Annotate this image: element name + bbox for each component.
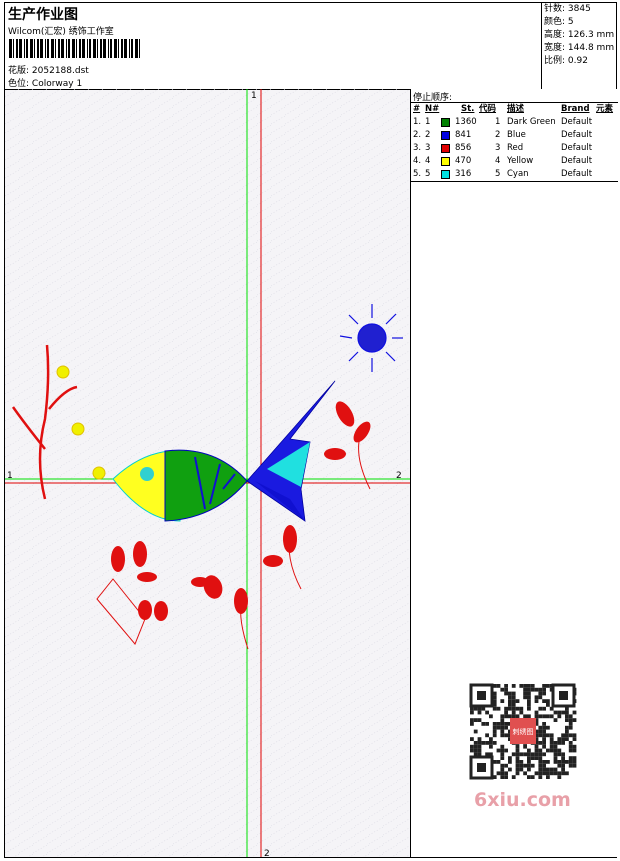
stop-sequence-title: 停止顺序: bbox=[413, 93, 453, 103]
design-label: 花版: bbox=[8, 66, 30, 76]
stats-panel: 针数: 3845 颜色: 5 高度: 126.3 mm 宽度: 144.8 mm… bbox=[541, 3, 618, 89]
table-header: # N# St. 代码 描述 Brand 元素 bbox=[413, 104, 614, 114]
guide-label-top: 1 bbox=[251, 91, 257, 101]
table-row: 3. 3 856 3 Red Default bbox=[413, 143, 593, 153]
table-row: 4. 4 470 4 Yellow Default bbox=[413, 156, 593, 166]
company-name: Wilcom(汇宏) 绣饰工作室 bbox=[8, 27, 114, 37]
table-row: 1. 1 1360 1 Dark Green Default bbox=[413, 117, 593, 127]
guide-label-bottom: 2 bbox=[264, 849, 270, 857]
colorway-label: 色位: bbox=[8, 79, 30, 89]
color-swatch bbox=[441, 170, 450, 179]
stat-height: 高度: 126.3 mm bbox=[544, 30, 615, 40]
design-canvas: 1 2 1 2 bbox=[5, 89, 410, 857]
colorway-value: Colorway 1 bbox=[31, 79, 83, 89]
color-swatch bbox=[441, 118, 450, 127]
table-row: 5. 5 316 5 Cyan Default bbox=[413, 169, 593, 179]
stop-sequence-table: # N# St. 代码 描述 Brand 元素 1. 1 1360 1 Dark Gre… bbox=[411, 102, 618, 182]
colorway-line: 色位: Colorway 1 bbox=[8, 76, 82, 89]
page-title: 生产作业图 bbox=[8, 7, 78, 23]
design-value: 2052188.dst bbox=[31, 66, 89, 76]
color-swatch bbox=[441, 131, 450, 140]
guide-label-right: 2 bbox=[396, 471, 402, 481]
table-row: 2. 2 841 2 Blue Default bbox=[413, 130, 593, 140]
qr-code: 刺绣图 bbox=[466, 680, 581, 783]
design-line: 花版: 2052188.dst bbox=[8, 63, 89, 76]
guide-label-left: 1 bbox=[7, 471, 13, 481]
color-swatch bbox=[441, 144, 450, 153]
embroidery-preview: 1 2 1 2 bbox=[5, 89, 410, 857]
stat-width: 宽度: 144.8 mm bbox=[544, 43, 615, 53]
color-swatch bbox=[441, 157, 450, 166]
header: 生产作业图 Wilcom(汇宏) 绣饰工作室 花版: 2052188.dst 色… bbox=[5, 3, 616, 90]
stat-stitches: 针数: 3845 bbox=[544, 4, 591, 14]
stat-scale: 比例: 0.92 bbox=[544, 56, 588, 66]
svg-text:刺绣图: 刺绣图 bbox=[513, 727, 534, 736]
stat-colors: 颜色: 5 bbox=[544, 17, 574, 27]
barcode-icon bbox=[9, 39, 140, 58]
watermark: 6xiu.com bbox=[474, 789, 571, 811]
